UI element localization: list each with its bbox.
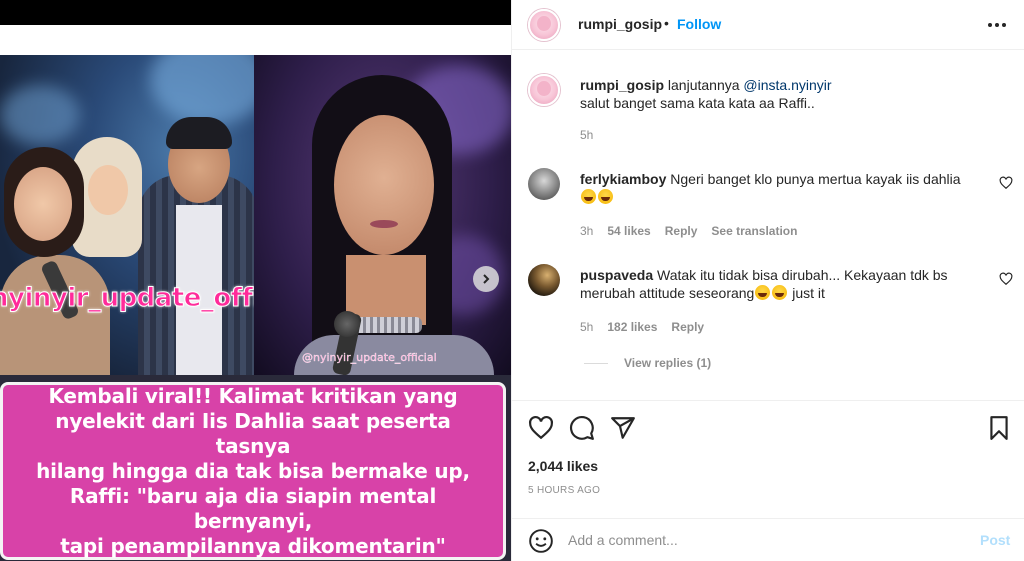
comment-reply-button[interactable]: Reply bbox=[671, 320, 704, 334]
add-comment-bar: Post bbox=[512, 518, 1024, 561]
view-replies-button[interactable]: View replies (1) bbox=[584, 356, 711, 370]
comment-icon[interactable] bbox=[569, 415, 595, 441]
follow-button[interactable]: Follow bbox=[677, 16, 721, 32]
comments-list: rumpi_gosip lanjutannya @insta.nyinyir s… bbox=[512, 50, 1024, 400]
see-translation-button[interactable]: See translation bbox=[711, 224, 797, 238]
post-media[interactable]: nyinyir_update_offi @nyinyir_update_offi… bbox=[0, 0, 511, 561]
post-timestamp[interactable]: 5 HOURS AGO bbox=[528, 485, 600, 496]
comment-text: lanjutannya bbox=[664, 77, 744, 93]
comment-meta: 5h 182 likes Reply bbox=[580, 320, 704, 334]
comment-text: Ngeri banget klo punya mertua kayak iis … bbox=[666, 171, 961, 187]
comment-time[interactable]: 3h bbox=[580, 224, 593, 238]
laughing-face-emoji bbox=[598, 189, 613, 204]
author-avatar[interactable] bbox=[528, 9, 560, 41]
comment-likes[interactable]: 182 likes bbox=[607, 320, 657, 334]
carousel-next-button[interactable] bbox=[473, 266, 499, 292]
post-side-panel: rumpi_gosip • Follow rumpi_gosip lanjuta… bbox=[511, 0, 1024, 561]
comment-username[interactable]: puspaveda bbox=[580, 267, 653, 283]
likes-count[interactable]: 2,044 likes bbox=[528, 458, 598, 474]
author-username[interactable]: rumpi_gosip bbox=[578, 16, 662, 32]
scene-right-panel: @nyinyir_update_official bbox=[254, 55, 511, 375]
watermark-left: nyinyir_update_offi bbox=[0, 283, 255, 314]
comment-meta: 5h bbox=[580, 128, 593, 142]
laughing-face-emoji bbox=[581, 189, 596, 204]
comment-meta: 3h 54 likes Reply See translation bbox=[580, 224, 797, 238]
video-caption-box: Kembali viral!! Kalimat kritikan yang ny… bbox=[0, 382, 506, 560]
comment-reply-button[interactable]: Reply bbox=[665, 224, 698, 238]
comment-text-line2: salut banget sama kata kata aa Raffi.. bbox=[580, 95, 815, 111]
comment-input[interactable] bbox=[568, 528, 958, 552]
comment-body: ferlykiamboy Ngeri banget klo punya mert… bbox=[580, 170, 990, 206]
bookmark-icon[interactable] bbox=[986, 415, 1012, 441]
comment-body: puspaveda Watak itu tidak bisa dirubah..… bbox=[580, 266, 990, 302]
heart-icon[interactable] bbox=[528, 415, 554, 441]
caption-comment: rumpi_gosip lanjutannya @insta.nyinyir s… bbox=[580, 76, 990, 112]
caption-author-avatar[interactable] bbox=[528, 74, 560, 106]
laughing-face-emoji bbox=[772, 285, 788, 300]
comment-username[interactable]: ferlykiamboy bbox=[580, 171, 666, 187]
laughing-face-emoji bbox=[755, 285, 771, 300]
view-replies-divider bbox=[584, 362, 608, 364]
comment-text-tail: just it bbox=[788, 285, 825, 301]
chevron-right-icon bbox=[483, 274, 490, 284]
comment-likes[interactable]: 54 likes bbox=[607, 224, 650, 238]
video-collage: nyinyir_update_offi @nyinyir_update_offi… bbox=[0, 55, 511, 561]
comment-like-heart-icon[interactable] bbox=[999, 272, 1013, 286]
view-replies-label[interactable]: View replies (1) bbox=[624, 356, 711, 370]
post-comment-button[interactable]: Post bbox=[980, 532, 1010, 548]
header-separator: • bbox=[664, 15, 669, 31]
smiley-icon[interactable] bbox=[528, 528, 554, 554]
comment-time[interactable]: 5h bbox=[580, 320, 593, 334]
more-horizontal-icon[interactable] bbox=[988, 16, 1010, 34]
post-header: rumpi_gosip • Follow bbox=[512, 0, 1024, 50]
video-caption-text: Kembali viral!! Kalimat kritikan yang ny… bbox=[36, 383, 470, 558]
comment-time[interactable]: 5h bbox=[580, 128, 593, 142]
comment-username[interactable]: rumpi_gosip bbox=[580, 77, 664, 93]
post-actions: 2,044 likes 5 HOURS AGO bbox=[512, 400, 1024, 520]
commenter-avatar[interactable] bbox=[528, 264, 560, 296]
commenter-avatar[interactable] bbox=[528, 168, 560, 200]
media-top-band bbox=[0, 25, 511, 55]
scene-left-panel: nyinyir_update_offi bbox=[0, 55, 255, 375]
comment-like-heart-icon[interactable] bbox=[999, 176, 1013, 190]
share-icon[interactable] bbox=[610, 415, 636, 441]
watermark-right: @nyinyir_update_official bbox=[302, 351, 437, 364]
comment-mention[interactable]: @insta.nyinyir bbox=[743, 77, 831, 93]
